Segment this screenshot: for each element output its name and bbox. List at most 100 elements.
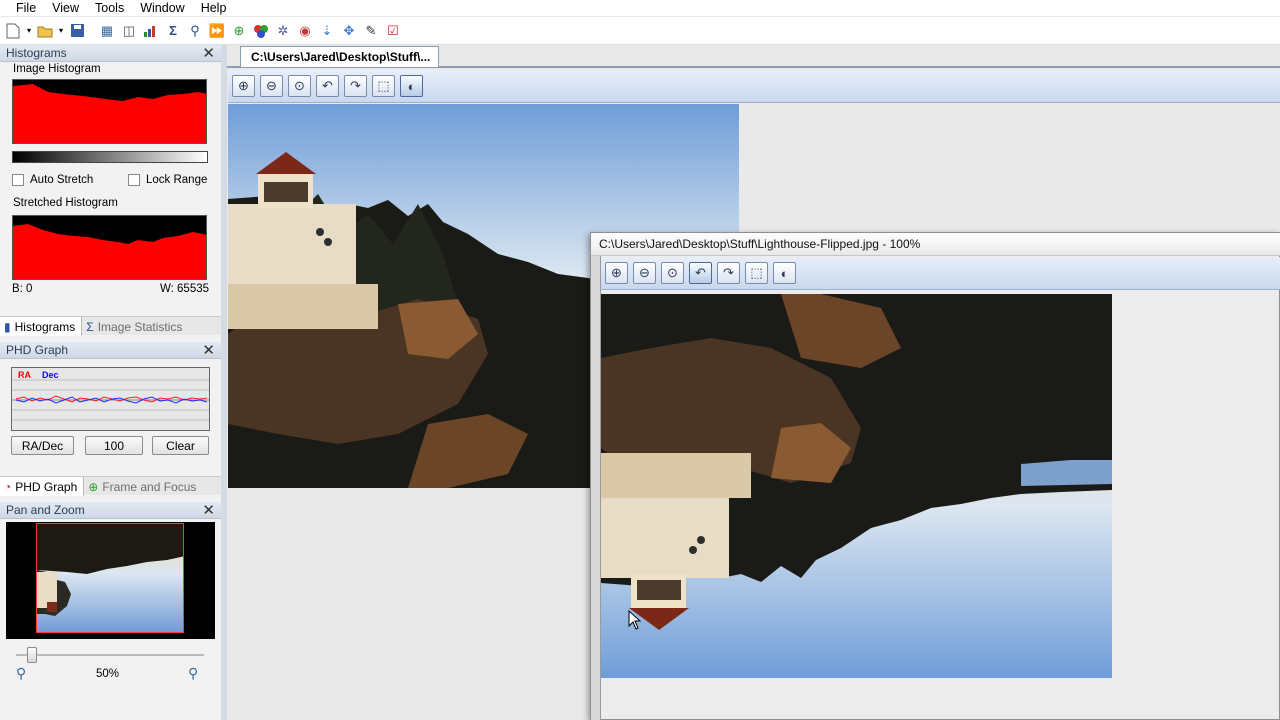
phd-graph: RA Dec [11,367,210,431]
tab-label: Image Statistics [97,319,183,334]
image-histogram-curve [13,80,206,101]
menu-window[interactable]: Window [132,0,192,16]
ra-dec-button[interactable]: RA/Dec [11,436,74,455]
select-icon[interactable]: ⬚ [745,262,768,284]
auto-stretch-checkbox[interactable]: Auto Stretch [12,174,93,186]
sigma-icon[interactable]: Σ [163,21,183,41]
checkbox-box[interactable] [12,174,24,186]
phd-title: PHD Graph [6,343,69,357]
document-tab[interactable]: C:\Users\Jared\Desktop\Stuff\... [240,46,439,67]
focus-icon: ⊕ [88,479,99,494]
phd-tab-row: ◔ PHD Graph ⊕ Frame and Focus [0,476,221,496]
save-icon[interactable] [67,21,87,41]
dropdown-icon[interactable]: ▾ [25,21,33,41]
check-icon[interactable]: ☑ [383,21,403,41]
lock-range-label: Lock Range [146,174,208,186]
scale-button[interactable]: 100 [85,436,143,455]
menu-file[interactable]: File [8,0,44,16]
zoom-slider-track[interactable] [16,654,204,656]
histogram-icon: ▮ [4,319,11,334]
zoom-out-icon[interactable]: ⊖ [633,262,656,284]
zoom-in-icon[interactable]: ⊕ [232,75,255,97]
tab-label: Frame and Focus [102,479,197,494]
white-value: W: 65535 [160,283,210,295]
tab-histograms[interactable]: ▮ Histograms [0,317,83,336]
phd-graph-plot [12,379,209,421]
flipped-lighthouse-image[interactable] [601,294,1112,678]
tab-phd-graph[interactable]: ◔ PHD Graph [0,477,85,496]
sigma-icon: Σ [86,319,94,334]
stretched-histogram-label: Stretched Histogram [13,197,118,209]
histogram-range-bar[interactable] [12,151,208,163]
zoom-icon[interactable]: ⚲ [185,21,205,41]
chart-icon[interactable] [141,21,161,41]
clear-button[interactable]: Clear [152,436,209,455]
zoom-in-icon[interactable]: ⚲ [188,665,198,682]
toolbar-separator [89,21,95,41]
histograms-panel-title: Histograms ✕ [0,45,221,62]
select-icon[interactable]: ⬚ [372,75,395,97]
main-toolbar: ▾ ▾ ▦ ◫ Σ ⚲ ⏩ ⊕ ✲ ◉ ⇣ ✥ ✎ ☑ [0,17,1280,45]
brush-icon[interactable]: ✎ [361,21,381,41]
play-icon[interactable]: ⏩ [207,21,227,41]
zoom-out-icon[interactable]: ⊖ [260,75,283,97]
phd-icon: ◔ [4,479,12,494]
rotate-left-icon[interactable]: ↶ [316,75,339,97]
contrast-icon[interactable]: ◐ [773,262,796,284]
zoom-level: 50% [96,668,120,680]
dropdown-icon[interactable]: ▾ [57,21,65,41]
zoom-out-icon[interactable]: ⚲ [16,665,26,682]
viewport-frame[interactable] [36,523,184,633]
rotate-right-icon[interactable]: ↷ [344,75,367,97]
stack-icon[interactable]: ✲ [273,21,293,41]
image-toolbar: ⊕ ⊖ ⊙ ↶ ↷ ⬚ ◐ [228,70,1280,103]
zoom-slider-thumb[interactable] [27,647,37,663]
menu-help[interactable]: Help [193,0,235,16]
target-icon[interactable]: ⊕ [229,21,249,41]
menu-view[interactable]: View [44,0,87,16]
zoom-fit-icon[interactable]: ⊙ [288,75,311,97]
auto-stretch-label: Auto Stretch [30,174,94,186]
float-image-toolbar: ⊕ ⊖ ⊙ ↶ ↷ ⬚ ◐ [601,257,1280,290]
tab-frame-focus[interactable]: ⊕ Frame and Focus [84,477,202,496]
close-icon[interactable]: ✕ [202,45,215,62]
tab-label: Histograms [14,319,76,334]
open-icon[interactable] [35,21,55,41]
histograms-tab-row: ▮ Histograms Σ Image Statistics [0,316,221,336]
process-icon[interactable]: ◫ [119,21,139,41]
arrow-icon[interactable]: ⇣ [317,21,337,41]
histograms-title: Histograms [6,46,67,60]
rotate-right-icon[interactable]: ↷ [717,262,740,284]
image-histogram-label: Image Histogram [13,63,101,75]
zoom-in-icon[interactable]: ⊕ [605,262,628,284]
mouse-cursor-icon [628,610,642,630]
checkbox-box[interactable] [128,174,140,186]
tab-image-statistics[interactable]: Σ Image Statistics [82,317,188,336]
navigator-thumbnail [37,524,183,632]
zoom-fit-icon[interactable]: ⊙ [661,262,684,284]
align-icon[interactable]: ◉ [295,21,315,41]
new-icon[interactable] [3,21,23,41]
image-histogram [12,79,207,144]
tab-label: PHD Graph [15,479,78,494]
stretched-histogram [12,215,207,280]
pan-zoom-title: Pan and Zoom [6,503,85,517]
navigator-image[interactable] [6,522,215,639]
stretched-histogram-curve [13,216,206,244]
black-value: B: 0 [12,283,33,295]
contrast-icon[interactable]: ◐ [400,75,423,97]
float-window-title[interactable]: C:\Users\Jared\Desktop\Stuff\Lighthouse-… [591,233,1280,256]
close-icon[interactable]: ✕ [202,342,215,359]
phd-panel-title: PHD Graph ✕ [0,342,221,359]
rotate-left-icon[interactable]: ↶ [689,262,712,284]
menu-bar: File View Tools Window Help [0,0,1280,16]
lock-range-checkbox[interactable]: Lock Range [128,174,207,186]
pan-zoom-panel-title: Pan and Zoom ✕ [0,502,221,519]
calibrate-icon[interactable]: ▦ [97,21,117,41]
window-border [591,256,601,720]
move-icon[interactable]: ✥ [339,21,359,41]
color-icon[interactable] [251,21,271,41]
close-icon[interactable]: ✕ [202,502,215,519]
menu-tools[interactable]: Tools [87,0,132,16]
flipped-image-window[interactable]: C:\Users\Jared\Desktop\Stuff\Lighthouse-… [590,232,1280,720]
